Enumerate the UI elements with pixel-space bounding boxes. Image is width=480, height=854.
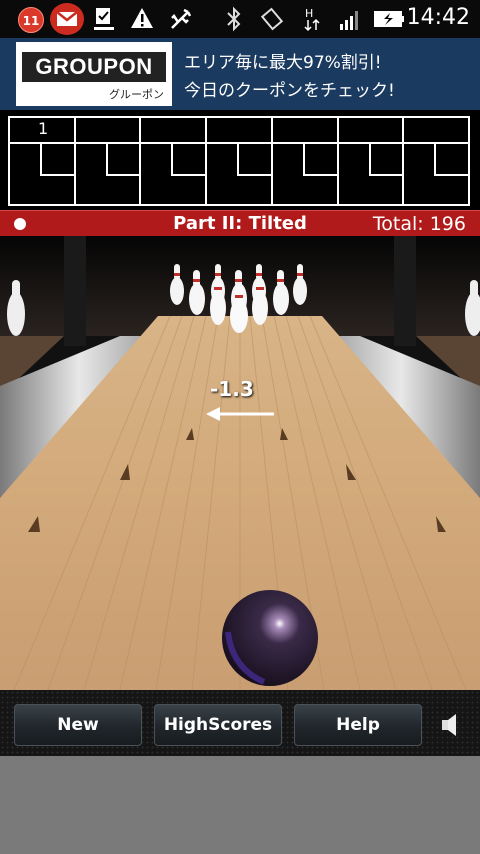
- aim-angle-label: -1.3: [210, 377, 254, 401]
- data-hspa-icon: H: [304, 7, 320, 32]
- speaker-icon[interactable]: [440, 712, 460, 738]
- frame-number: 1: [38, 119, 49, 138]
- info-bar: Part II: Tilted Total: 196: [0, 210, 480, 236]
- clock: 14:42: [406, 5, 470, 30]
- score-frame: [272, 118, 339, 204]
- ad-subline: 今日のクーポンをチェック!: [184, 81, 395, 101]
- bluetooth-icon: [227, 6, 241, 32]
- score-frame: [75, 118, 142, 204]
- usb-icon: [171, 8, 192, 29]
- rotate-icon: [260, 7, 284, 31]
- signal-icon: [340, 11, 358, 30]
- score-frame: [338, 118, 405, 204]
- score-frame: 1: [10, 118, 76, 204]
- ad-brand: GROUPON: [22, 52, 166, 82]
- groupon-logo[interactable]: GROUPON グルーポン: [16, 42, 172, 106]
- controls-bar: New HighScores Help: [0, 690, 480, 756]
- gmail-icon[interactable]: [50, 3, 84, 35]
- status-bar: 11 H 14:42: [0, 0, 480, 38]
- score-frame: [207, 118, 273, 204]
- scoreboard: 1: [0, 110, 480, 210]
- bottom-area: [0, 756, 480, 854]
- app-screen: 11 H 14:42 GROUPON グルーポン エリア毎に最大97%割引! 今…: [0, 0, 480, 854]
- lane-scene: [0, 236, 480, 690]
- download-done-icon: [94, 8, 114, 30]
- score-frames: 1: [8, 116, 470, 206]
- score-frame: [141, 118, 208, 204]
- svg-text:H: H: [305, 7, 313, 20]
- ad-brand-sub: グルーポン: [109, 88, 164, 101]
- score-frame: [404, 118, 469, 204]
- help-button[interactable]: Help: [294, 704, 422, 746]
- warning-icon: [131, 8, 153, 28]
- bowling-lane[interactable]: -1.3: [0, 236, 480, 690]
- bowling-ball[interactable]: [222, 590, 318, 686]
- notification-count-badge[interactable]: 11: [18, 7, 44, 33]
- battery-charging-icon: [374, 11, 404, 27]
- highscores-button[interactable]: HighScores: [154, 704, 282, 746]
- ad-headline: エリア毎に最大97%割引!: [184, 53, 382, 73]
- total-score: Total: 196: [372, 213, 466, 235]
- new-game-button[interactable]: New: [14, 704, 142, 746]
- ad-banner[interactable]: GROUPON グルーポン エリア毎に最大97%割引! 今日のクーポンをチェック…: [0, 38, 480, 110]
